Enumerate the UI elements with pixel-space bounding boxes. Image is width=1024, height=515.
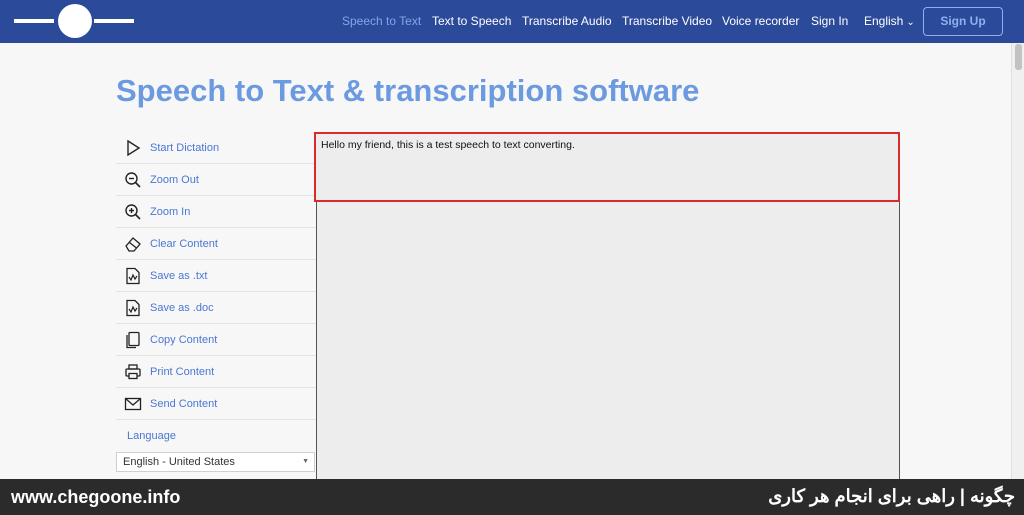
top-navbar: Speech to Text Text to Speech Transcribe… bbox=[0, 0, 1024, 43]
language-select[interactable]: English - United States ▼ bbox=[116, 452, 315, 472]
page-scrollbar[interactable] bbox=[1011, 43, 1024, 479]
copy-content-button[interactable]: Copy Content bbox=[116, 324, 316, 356]
logo-bar-left bbox=[14, 19, 54, 23]
send-content-button[interactable]: Send Content bbox=[116, 388, 316, 420]
footer-site-url: www.chegoone.info bbox=[11, 487, 181, 507]
nav-language-label: English bbox=[864, 14, 904, 28]
sidebar-item-label: Clear Content bbox=[150, 238, 218, 250]
site-logo[interactable] bbox=[14, 4, 136, 38]
zoom-in-icon bbox=[125, 204, 141, 220]
logo-bar-right bbox=[94, 19, 134, 23]
sidebar-item-label: Zoom Out bbox=[150, 174, 199, 186]
zoom-out-button[interactable]: Zoom Out bbox=[116, 164, 316, 196]
envelope-icon bbox=[124, 397, 142, 411]
save-as-txt-button[interactable]: Save as .txt bbox=[116, 260, 316, 292]
eraser-icon bbox=[125, 237, 141, 252]
nav-voice-recorder[interactable]: Voice recorder bbox=[722, 14, 799, 28]
save-txt-icon bbox=[126, 267, 140, 285]
caret-down-icon: ▼ bbox=[302, 458, 309, 465]
language-select-value: English - United States bbox=[123, 456, 235, 468]
save-doc-icon bbox=[126, 299, 140, 317]
sign-up-button[interactable]: Sign Up bbox=[923, 7, 1003, 36]
printer-icon bbox=[125, 364, 141, 380]
nav-transcribe-audio[interactable]: Transcribe Audio bbox=[522, 14, 612, 28]
play-icon bbox=[127, 139, 141, 157]
save-as-doc-button[interactable]: Save as .doc bbox=[116, 292, 316, 324]
sidebar-item-label: Send Content bbox=[150, 398, 218, 410]
page-title: Speech to Text & transcription software bbox=[116, 73, 700, 108]
nav-speech-to-text[interactable]: Speech to Text bbox=[342, 14, 421, 28]
print-content-button[interactable]: Print Content bbox=[116, 356, 316, 388]
logo-circle bbox=[58, 4, 92, 38]
nav-sign-in[interactable]: Sign In bbox=[811, 14, 848, 28]
start-dictation-button[interactable]: Start Dictation bbox=[116, 132, 316, 164]
clear-content-button[interactable]: Clear Content bbox=[116, 228, 316, 260]
watermark-footer: www.chegoone.info چگونه | راهی برای انجا… bbox=[0, 479, 1024, 515]
footer-tagline: چگونه | راهی برای انجام هر کاری bbox=[768, 486, 1015, 506]
sidebar-item-label: Save as .doc bbox=[150, 302, 214, 314]
scrollbar-thumb[interactable] bbox=[1015, 44, 1022, 70]
sidebar-item-label: Copy Content bbox=[150, 334, 218, 346]
copy-icon bbox=[126, 331, 140, 349]
language-label: Language bbox=[127, 430, 176, 442]
tool-sidebar: Start Dictation Zoom Out Zoom In Clear C… bbox=[116, 132, 316, 420]
sidebar-item-label: Print Content bbox=[150, 366, 215, 378]
nav-text-to-speech[interactable]: Text to Speech bbox=[432, 14, 511, 28]
sidebar-item-label: Start Dictation bbox=[150, 142, 220, 154]
zoom-in-button[interactable]: Zoom In bbox=[116, 196, 316, 228]
sidebar-item-label: Save as .txt bbox=[150, 270, 208, 282]
nav-language-dropdown[interactable]: English ⌄ bbox=[864, 14, 915, 28]
chevron-down-icon: ⌄ bbox=[906, 17, 915, 28]
transcript-text-box[interactable]: Hello my friend, this is a test speech t… bbox=[314, 132, 900, 202]
nav-transcribe-video[interactable]: Transcribe Video bbox=[622, 14, 712, 28]
sidebar-item-label: Zoom In bbox=[150, 206, 191, 218]
zoom-out-icon bbox=[125, 172, 141, 188]
